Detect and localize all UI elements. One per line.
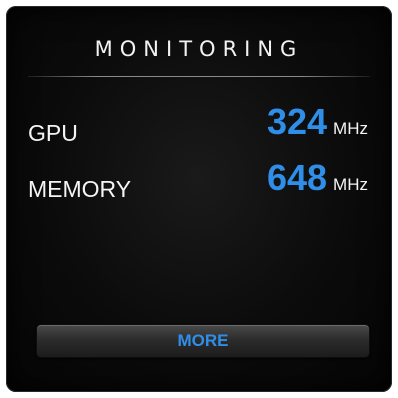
metric-unit-memory: MHz	[333, 175, 368, 194]
metric-label-gpu: GPU	[28, 120, 78, 146]
monitoring-widget: MONITORING GPU 324 MHz MEMORY 648 MHz MORE	[6, 6, 392, 392]
metric-row-memory: MEMORY 648 MHz	[28, 160, 368, 208]
metric-value-memory-group: 648 MHz	[267, 160, 368, 204]
more-button[interactable]: MORE	[36, 324, 370, 358]
title-divider	[28, 76, 370, 77]
metric-label-memory: MEMORY	[28, 176, 132, 202]
metric-row-gpu: GPU 324 MHz	[28, 104, 368, 152]
metric-value-memory: 648	[266, 157, 328, 198]
widget-title: MONITORING	[94, 37, 304, 61]
metric-value-gpu: 324	[266, 101, 328, 142]
metric-unit-gpu: MHz	[333, 119, 368, 138]
metric-value-gpu-group: 324 MHz	[267, 104, 368, 148]
